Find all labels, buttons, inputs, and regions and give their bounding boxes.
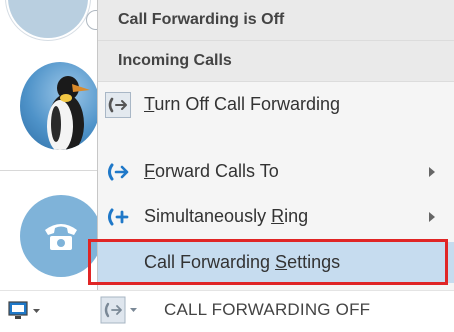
penguin-picture	[47, 76, 90, 150]
phone-button[interactable]	[20, 195, 102, 277]
bottom-status-bar: CALL FORWARDING OFF	[0, 290, 454, 332]
contact-avatar-top[interactable]	[6, 0, 90, 40]
menu-item-simultaneously-ring[interactable]: Simultaneously Ring	[98, 197, 454, 237]
submenu-arrow-icon	[429, 167, 435, 177]
menu-item-label: Call Forwarding Settings	[144, 252, 341, 272]
call-forwarding-menu: Call Forwarding is Off Incoming Calls Tu…	[97, 0, 454, 290]
call-forwarding-icon	[100, 296, 137, 324]
monitor-icon	[8, 301, 40, 319]
section-title: Incoming Calls	[118, 52, 232, 69]
turn-off-forwarding-icon	[105, 92, 131, 118]
call-forwarding-button[interactable]	[99, 295, 141, 325]
forwarding-status-label: CALL FORWARDING OFF	[164, 300, 371, 319]
menu-item-call-forwarding-settings[interactable]: Call Forwarding Settings	[98, 242, 454, 283]
menu-item-label: Simultaneously Ring	[144, 206, 309, 226]
submenu-arrow-icon	[429, 212, 435, 222]
contact-list-strip	[0, 0, 106, 331]
menu-item-label: Forward Calls To	[144, 161, 279, 181]
user-avatar[interactable]	[20, 62, 100, 150]
menu-item-label: Turn Off Call Forwarding	[144, 94, 341, 114]
forward-calls-icon	[105, 159, 131, 185]
menu-item-forward-calls-to[interactable]: Forward Calls To	[98, 152, 454, 192]
present-button[interactable]	[8, 301, 44, 321]
divider	[0, 170, 100, 171]
incoming-calls-section: Incoming Calls	[98, 41, 454, 82]
menu-item-turn-off-forwarding[interactable]: Turn Off Call Forwarding	[98, 85, 454, 125]
phone-icon	[45, 224, 77, 250]
forwarding-status-text: Call Forwarding is Off	[118, 11, 285, 28]
simultaneous-ring-icon	[105, 204, 131, 230]
forwarding-status-header: Call Forwarding is Off	[98, 0, 454, 41]
